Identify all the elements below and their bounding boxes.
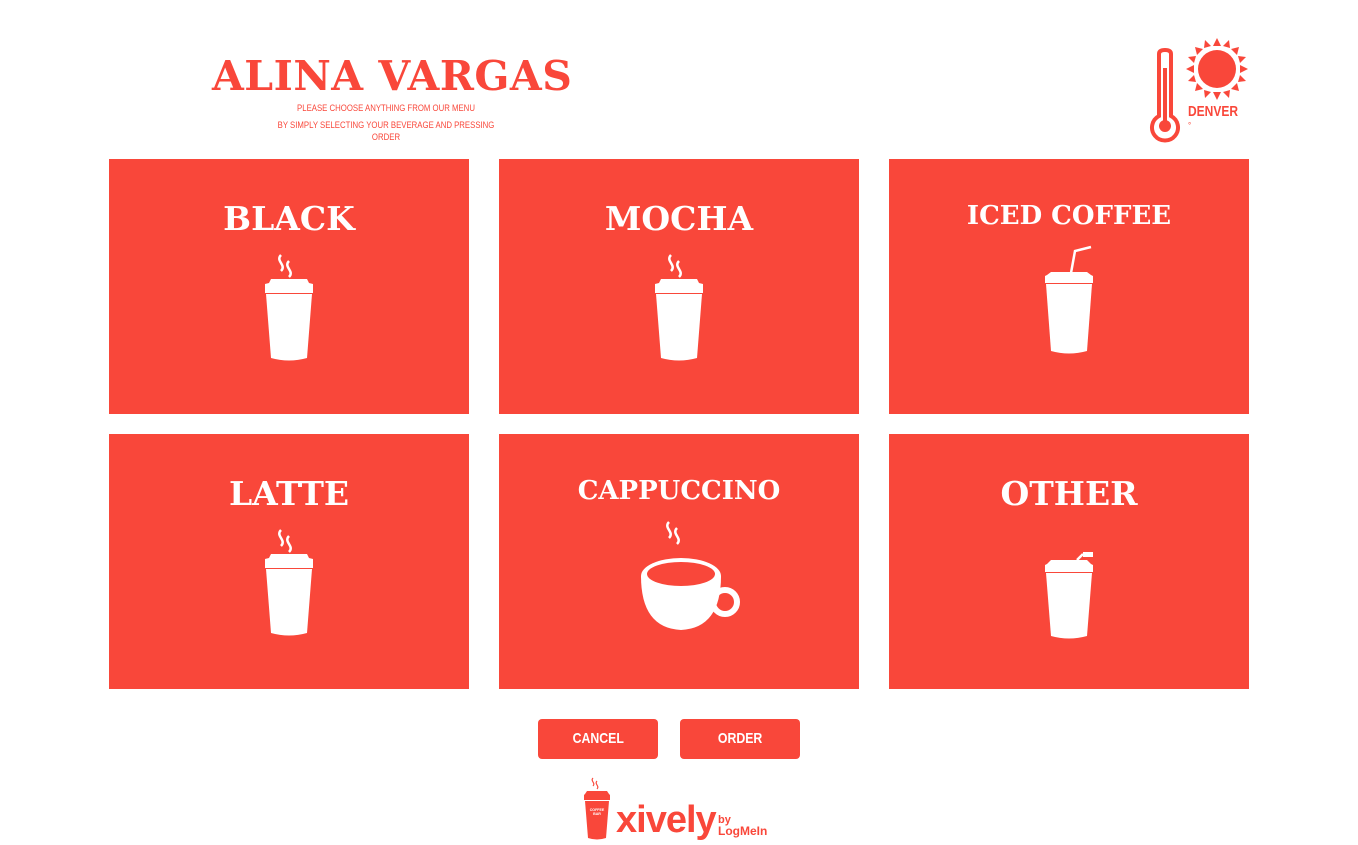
menu-item-label: LATTE bbox=[228, 474, 350, 513]
coffee-mug-icon bbox=[641, 521, 740, 630]
order-button-label: ORDER bbox=[717, 730, 763, 747]
cup-label: COFFEE BAR bbox=[589, 808, 605, 816]
order-button[interactable]: ORDER bbox=[680, 719, 800, 759]
sun-icon bbox=[1186, 38, 1248, 100]
page-title: ALINA VARGAS bbox=[212, 52, 573, 100]
weather-widget bbox=[1150, 38, 1248, 143]
menu-item-label: ICED COFFEE bbox=[966, 201, 1172, 231]
menu-item-black[interactable]: BLACK bbox=[109, 159, 469, 414]
menu-item-latte[interactable]: LATTE bbox=[109, 434, 469, 689]
instructions-line-1: PLEASE CHOOSE ANYTHING FROM OUR MENU bbox=[297, 103, 475, 114]
hot-cup-icon bbox=[655, 254, 703, 361]
instructions-line-2: BY SIMPLY SELECTING YOUR BEVERAGE AND PR… bbox=[277, 120, 495, 143]
thermometer-icon bbox=[1150, 47, 1180, 143]
menu-item-label: MOCHA bbox=[604, 199, 754, 238]
cancel-button[interactable]: CANCEL bbox=[538, 719, 658, 759]
menu-item-other[interactable]: OTHER bbox=[889, 434, 1249, 689]
iced-cup-icon bbox=[1045, 245, 1093, 354]
hot-cup-icon bbox=[265, 254, 313, 361]
hot-cup-icon bbox=[265, 529, 313, 636]
partner-logo: LogMeIn bbox=[718, 824, 768, 838]
menu-item-cappuccino[interactable]: CAPPUCCINO bbox=[499, 434, 859, 689]
weather-city: DENVER bbox=[1188, 103, 1239, 120]
cancel-button-label: CANCEL bbox=[572, 730, 624, 747]
capped-cup-icon bbox=[1045, 552, 1093, 639]
weather-temperature: ° bbox=[1188, 121, 1192, 130]
menu-item-label: CAPPUCCINO bbox=[577, 476, 781, 506]
menu-item-mocha[interactable]: MOCHA bbox=[499, 159, 859, 414]
menu-item-label: BLACK bbox=[223, 199, 355, 238]
brand-logo: xively bbox=[616, 799, 717, 841]
menu-item-iced-coffee[interactable]: ICED COFFEE bbox=[889, 159, 1249, 414]
menu-item-label: OTHER bbox=[1000, 474, 1138, 513]
